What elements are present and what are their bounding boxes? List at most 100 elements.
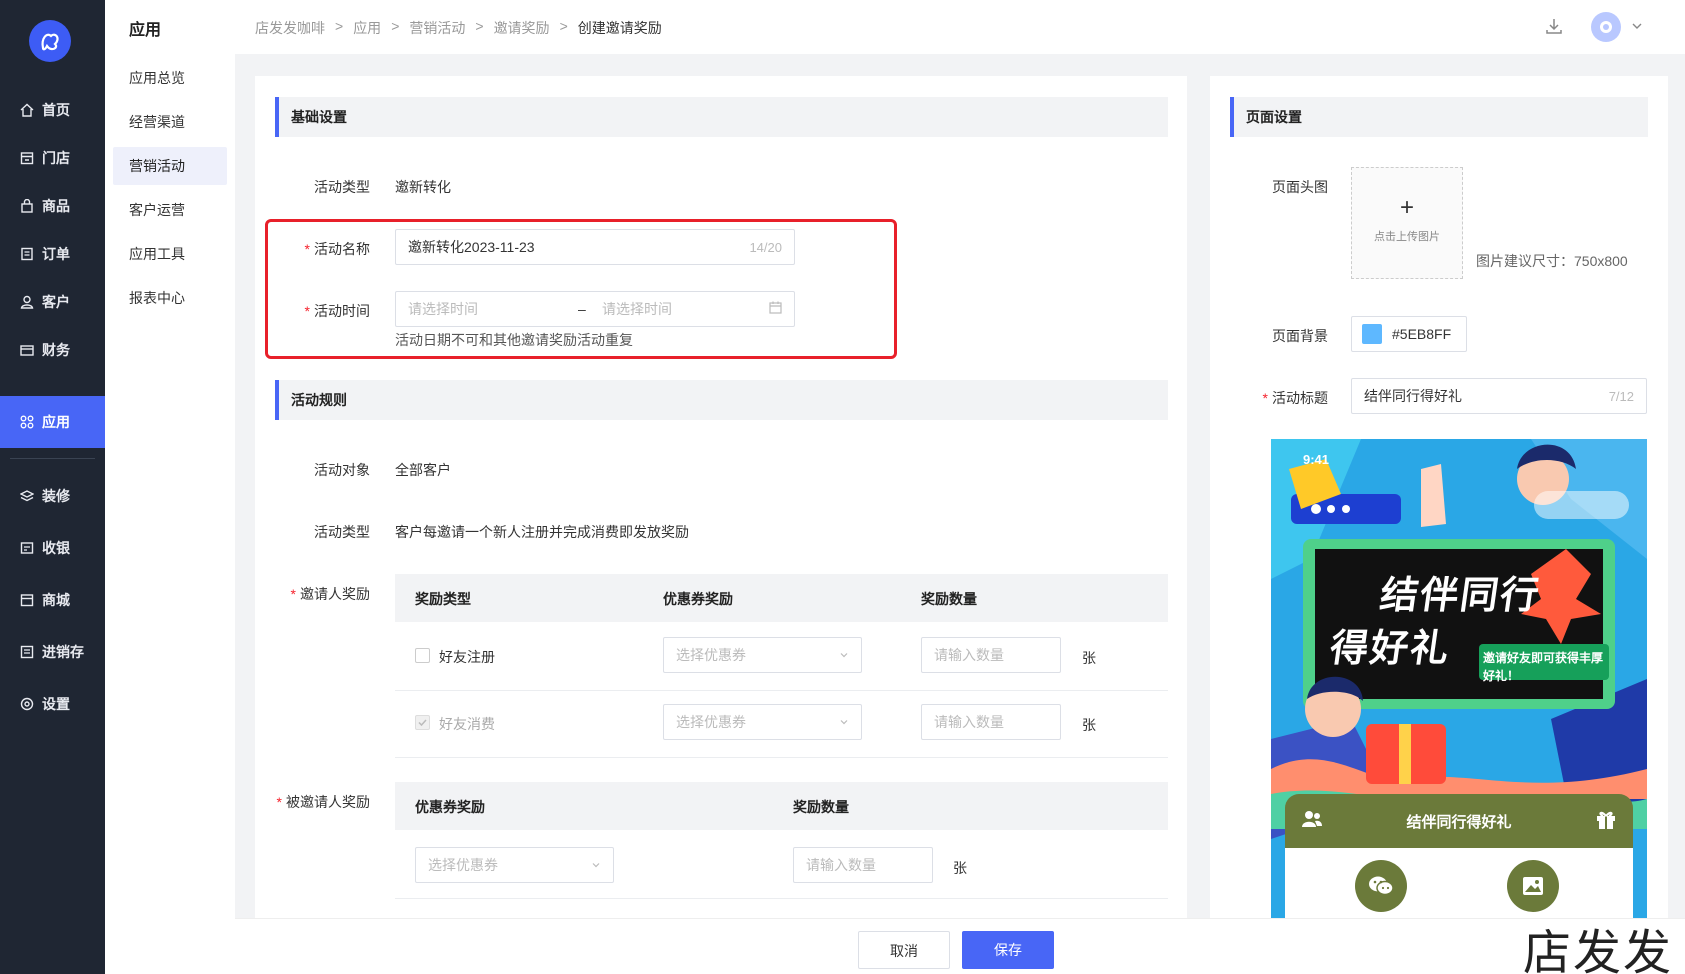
quantity-placeholder: 请输入数量: [934, 714, 1004, 730]
wallet-icon: [20, 343, 34, 357]
apps-icon: [20, 415, 34, 429]
row-divider: [395, 898, 1168, 899]
nav-item-mall[interactable]: 商城: [0, 574, 105, 626]
nav-item-store[interactable]: 门店: [0, 132, 105, 184]
submenu-item-overview[interactable]: 应用总览: [113, 59, 227, 97]
breadcrumb-separator: >: [475, 18, 484, 34]
invitee-table-header: 优惠券奖励 奖励数量: [395, 782, 1168, 830]
page-title-label: * 活动标题: [1262, 390, 1328, 406]
nav-label: 财务: [42, 342, 70, 358]
bg-color-picker[interactable]: #5EB8FF: [1351, 316, 1467, 352]
order-icon: [20, 247, 34, 261]
quantity-input[interactable]: 请输入数量: [921, 637, 1061, 673]
bg-label: 页面背景: [1272, 328, 1328, 344]
chevron-down-icon: [591, 857, 601, 873]
home-icon: [20, 103, 34, 117]
target-value: 全部客户: [395, 462, 451, 478]
nav-label: 设置: [42, 696, 70, 712]
breadcrumb-apps[interactable]: 应用: [353, 18, 381, 38]
page-title-input[interactable]: 结伴同行得好礼 7/12: [1351, 378, 1647, 414]
cashier-icon: [20, 541, 34, 555]
image-upload[interactable]: + 点击上传图片: [1351, 167, 1463, 279]
submenu-item-customer-ops[interactable]: 客户运营: [113, 191, 227, 229]
headline-line1: 结伴同行: [1377, 575, 1544, 617]
watermark: 店发发: [1522, 925, 1673, 974]
quantity-placeholder: 请输入数量: [806, 857, 876, 873]
highlight-box: [265, 219, 897, 359]
footer-bar: 取消 保存: [235, 918, 1685, 974]
checkbox-friend-consume[interactable]: [415, 715, 430, 730]
color-swatch: [1362, 324, 1382, 344]
coupon-select-placeholder: 选择优惠券: [676, 647, 746, 663]
preview-card-title: 结伴同行得好礼: [1406, 813, 1512, 831]
breadcrumb-store[interactable]: 店发发咖啡: [255, 18, 325, 38]
section-page: 页面设置: [1230, 97, 1648, 137]
chevron-down-icon: [839, 714, 849, 730]
download-icon[interactable]: [1545, 17, 1563, 38]
row-divider: [395, 757, 1168, 758]
quantity-input[interactable]: 请输入数量: [793, 847, 933, 883]
avatar[interactable]: [1591, 12, 1621, 42]
nav-item-orders[interactable]: 订单: [0, 228, 105, 280]
submenu-item-marketing[interactable]: 营销活动: [113, 147, 227, 185]
nav-item-decor[interactable]: 装修: [0, 470, 105, 522]
image-icon[interactable]: [1507, 860, 1559, 912]
inventory-icon: [20, 645, 34, 659]
sidebar-divider: [10, 458, 95, 459]
preview-card-body: [1285, 848, 1633, 919]
submenu-item-reports[interactable]: 报表中心: [113, 279, 227, 317]
cancel-button[interactable]: 取消: [858, 931, 950, 969]
bag-icon: [20, 199, 34, 213]
user-icon: [20, 295, 34, 309]
app-logo[interactable]: [29, 20, 71, 62]
inviter-table-header: 奖励类型 优惠券奖励 奖励数量: [395, 574, 1168, 622]
coupon-select-placeholder: 选择优惠券: [676, 714, 746, 730]
gift-icon: [1595, 808, 1617, 834]
breadcrumb-separator: >: [559, 18, 568, 34]
nav-item-settings[interactable]: 设置: [0, 678, 105, 730]
plus-icon: +: [1399, 194, 1414, 221]
char-counter: 7/12: [1608, 388, 1634, 404]
coupon-select[interactable]: 选择优惠券: [663, 637, 862, 673]
nav-item-home[interactable]: 首页: [0, 84, 105, 136]
nav-label: 应用: [42, 414, 70, 430]
nav-item-finance[interactable]: 财务: [0, 324, 105, 376]
upload-text: 点击上传图片: [1374, 231, 1440, 243]
activity-type-value: 邀新转化: [395, 179, 451, 195]
nav-item-inventory[interactable]: 进销存: [0, 626, 105, 678]
users-icon: [1301, 808, 1323, 834]
layers-icon: [20, 489, 34, 503]
breadcrumb-invite[interactable]: 邀请奖励: [494, 18, 550, 38]
nav-label: 首页: [42, 102, 70, 118]
chevron-down-icon[interactable]: [1631, 19, 1643, 35]
col-quantity: 奖励数量: [793, 799, 849, 815]
nav-label: 商品: [42, 198, 70, 214]
headline-bubble: 邀请好友即可获得丰厚好礼！: [1483, 651, 1604, 683]
col-reward-type: 奖励类型: [415, 591, 471, 607]
breadcrumb-marketing[interactable]: 营销活动: [409, 18, 465, 38]
submenu-item-tools[interactable]: 应用工具: [113, 235, 227, 273]
section-basic: 基础设置: [275, 97, 1168, 137]
col-quantity: 奖励数量: [921, 591, 977, 607]
submenu-item-channels[interactable]: 经营渠道: [113, 103, 227, 141]
wechat-icon[interactable]: [1355, 860, 1407, 912]
coupon-select[interactable]: 选择优惠券: [415, 847, 614, 883]
mall-icon: [20, 593, 34, 607]
preview-card-header: 结伴同行得好礼: [1285, 794, 1633, 848]
bg-color-value: #5EB8FF: [1392, 326, 1452, 342]
coupon-select[interactable]: 选择优惠券: [663, 704, 862, 740]
col-coupon: 优惠券奖励: [663, 591, 733, 607]
save-button[interactable]: 保存: [962, 931, 1054, 969]
section-rules: 活动规则: [275, 380, 1168, 420]
status-time: 9:41: [1303, 452, 1330, 467]
nav-item-cashier[interactable]: 收银: [0, 522, 105, 574]
checkbox-friend-register[interactable]: [415, 648, 430, 663]
nav-label: 装修: [42, 488, 70, 504]
headline-line2: 得好礼: [1327, 628, 1454, 670]
row-divider: [395, 690, 1168, 691]
nav-item-apps[interactable]: 应用: [0, 396, 105, 448]
nav-label: 进销存: [42, 644, 84, 660]
nav-item-goods[interactable]: 商品: [0, 180, 105, 232]
quantity-input[interactable]: 请输入数量: [921, 704, 1061, 740]
nav-item-customers[interactable]: 客户: [0, 276, 105, 328]
